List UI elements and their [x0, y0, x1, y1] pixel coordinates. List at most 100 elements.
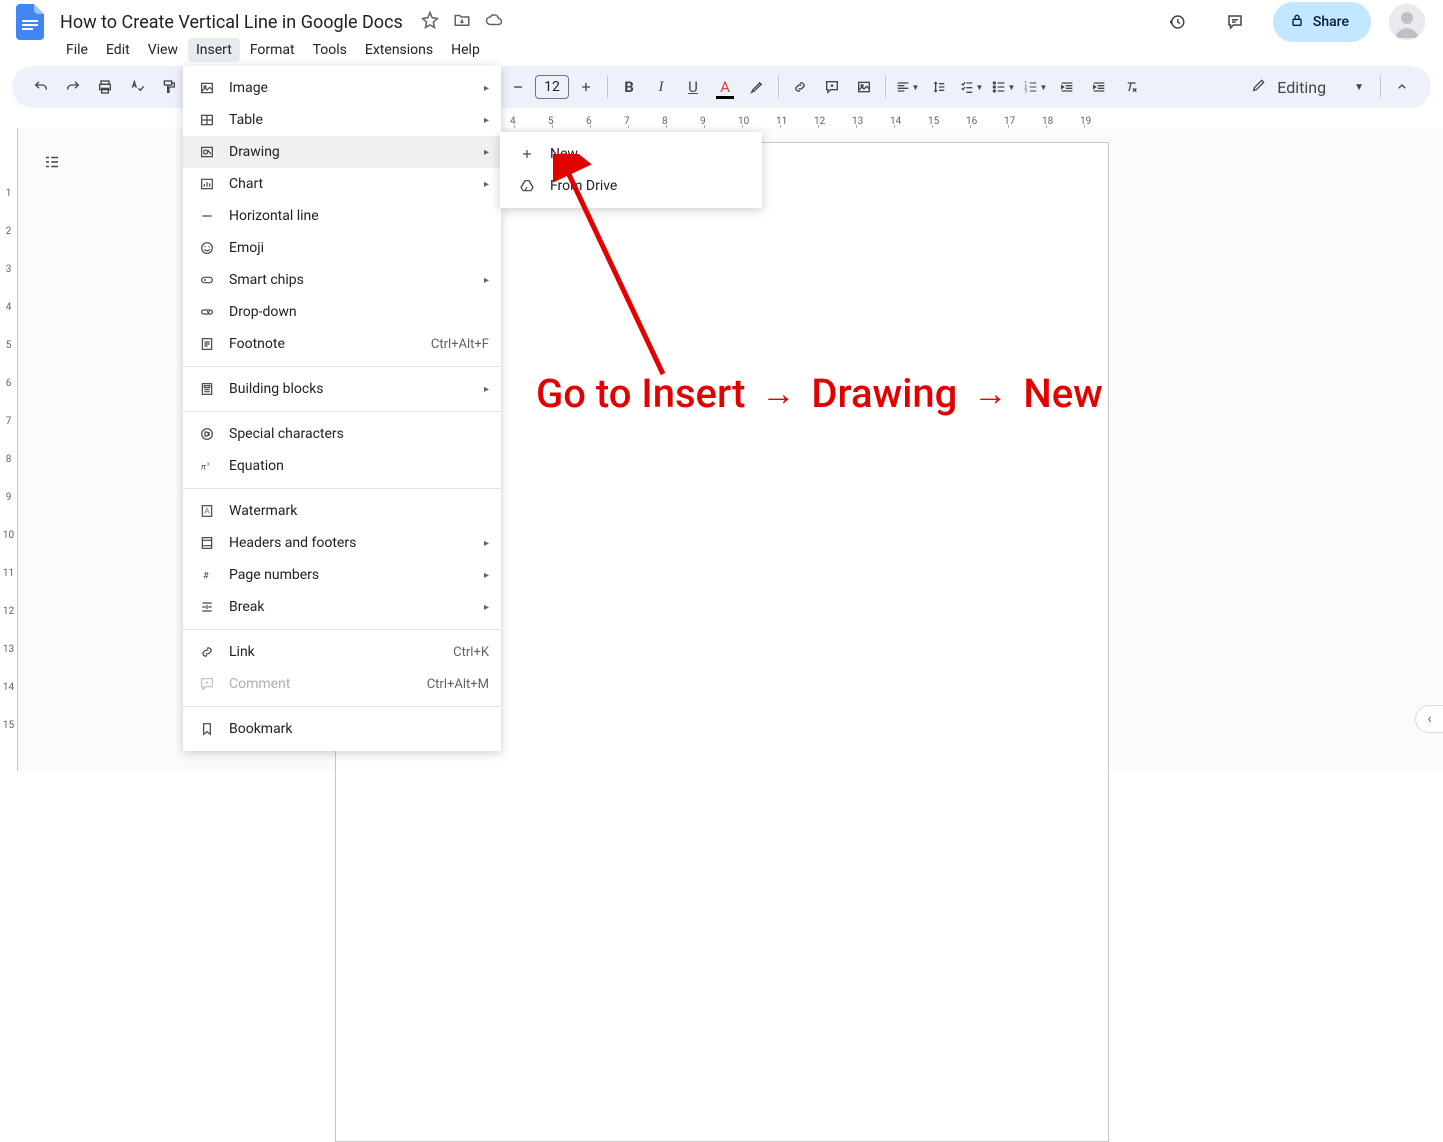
move-icon[interactable]	[453, 11, 471, 33]
font-size-input[interactable]	[535, 75, 569, 99]
insert-horizontal-line[interactable]: Horizontal line	[183, 200, 501, 232]
undo-button[interactable]	[26, 72, 56, 102]
menu-item-label: Emoji	[229, 240, 489, 256]
insert-special-characters[interactable]: Special characters	[183, 418, 501, 450]
align-button[interactable]: ▼	[892, 72, 922, 102]
menu-item-label: Link	[229, 644, 453, 660]
account-avatar[interactable]	[1389, 4, 1425, 40]
submenu-arrow-icon: ▸	[484, 275, 489, 286]
vruler-tick: 12	[0, 606, 17, 617]
insert-smart-chips[interactable]: Smart chips▸	[183, 264, 501, 296]
insert-footnote[interactable]: FootnoteCtrl+Alt+F	[183, 328, 501, 360]
menu-item-label: Watermark	[229, 503, 489, 519]
menu-separator	[183, 488, 501, 489]
vruler-tick: 8	[0, 454, 17, 465]
print-button[interactable]	[90, 72, 120, 102]
svg-text:x: x	[207, 461, 210, 467]
menu-view[interactable]: View	[140, 38, 186, 62]
menu-edit[interactable]: Edit	[98, 38, 138, 62]
cloud-status-icon[interactable]	[485, 11, 503, 33]
highlight-button[interactable]	[742, 72, 772, 102]
break-icon	[195, 599, 219, 615]
menu-insert[interactable]: Insert	[188, 38, 240, 62]
insert-page-numbers[interactable]: #Page numbers▸	[183, 559, 501, 591]
insert-bookmark[interactable]: Bookmark	[183, 713, 501, 745]
insert-link[interactable]: LinkCtrl+K	[183, 636, 501, 668]
text-color-button[interactable]: A	[710, 72, 740, 102]
insert-emoji[interactable]: Emoji	[183, 232, 501, 264]
submenu-arrow-icon: ▸	[484, 538, 489, 549]
star-icon[interactable]	[421, 11, 439, 33]
submenu-arrow-icon: ▸	[484, 179, 489, 190]
menu-item-label: Break	[229, 599, 484, 615]
insert-headers-and-footers[interactable]: Headers and footers▸	[183, 527, 501, 559]
menu-item-label: Comment	[229, 676, 427, 692]
drawing-new[interactable]: New	[500, 138, 762, 170]
vertical-ruler[interactable]: 123456789101112131415	[0, 128, 18, 771]
insert-comment-button[interactable]	[817, 72, 847, 102]
increase-font-size-button[interactable]	[571, 72, 601, 102]
document-title[interactable]: How to Create Vertical Line in Google Do…	[54, 10, 409, 35]
decrease-indent-button[interactable]	[1052, 72, 1082, 102]
submenu-arrow-icon: ▸	[484, 115, 489, 126]
submenu-arrow-icon: ▸	[484, 83, 489, 94]
vruler-tick: 13	[0, 644, 17, 655]
menubar: FileEditViewInsertFormatToolsExtensionsH…	[0, 38, 1443, 66]
collapse-toolbar-button[interactable]	[1387, 72, 1417, 102]
redo-button[interactable]	[58, 72, 88, 102]
italic-button[interactable]: I	[646, 72, 676, 102]
docs-logo-icon[interactable]	[10, 2, 50, 42]
show-outline-button[interactable]	[34, 144, 70, 180]
equation-icon: πx	[195, 458, 219, 474]
menu-format[interactable]: Format	[242, 38, 303, 62]
bulleted-list-button[interactable]: ▼	[988, 72, 1018, 102]
vruler-tick: 6	[0, 378, 17, 389]
submenu-item-label: New	[550, 146, 578, 162]
insert-image-button[interactable]	[849, 72, 879, 102]
svg-text:π: π	[201, 462, 207, 472]
decrease-font-size-button[interactable]	[503, 72, 533, 102]
menu-help[interactable]: Help	[443, 38, 488, 62]
insert-building-blocks[interactable]: Building blocks▸	[183, 373, 501, 405]
line-spacing-button[interactable]	[924, 72, 954, 102]
vruler-tick: 14	[0, 682, 17, 693]
spellcheck-button[interactable]	[122, 72, 152, 102]
insert-comment: CommentCtrl+Alt+M	[183, 668, 501, 700]
insert-drawing[interactable]: Drawing▸	[183, 136, 501, 168]
paint-format-button[interactable]	[154, 72, 184, 102]
insert-drop-down[interactable]: Drop-down	[183, 296, 501, 328]
insert-equation[interactable]: πxEquation	[183, 450, 501, 482]
insert-image[interactable]: Image▸	[183, 72, 501, 104]
comments-button[interactable]	[1215, 2, 1255, 42]
insert-watermark[interactable]: Watermark	[183, 495, 501, 527]
menu-file[interactable]: File	[58, 38, 96, 62]
dropdown-icon	[195, 304, 219, 320]
submenu-arrow-icon: ▸	[484, 384, 489, 395]
editing-mode-button[interactable]: Editing ▼	[1241, 72, 1374, 102]
drawing-from-drive[interactable]: From Drive	[500, 170, 762, 202]
bold-button[interactable]: B	[614, 72, 644, 102]
checklist-button[interactable]: ▼	[956, 72, 986, 102]
insert-break[interactable]: Break▸	[183, 591, 501, 623]
drawing-icon	[195, 144, 219, 160]
insert-link-button[interactable]	[785, 72, 815, 102]
titlebar: How to Create Vertical Line in Google Do…	[0, 0, 1443, 38]
underline-button[interactable]: U	[678, 72, 708, 102]
vruler-tick: 7	[0, 416, 17, 427]
menu-extensions[interactable]: Extensions	[357, 38, 441, 62]
plus-icon	[516, 146, 538, 162]
history-button[interactable]	[1157, 2, 1197, 42]
submenu-arrow-icon: ▸	[484, 570, 489, 581]
increase-indent-button[interactable]	[1084, 72, 1114, 102]
vruler-tick: 4	[0, 302, 17, 313]
side-panel-toggle[interactable]: ‹	[1415, 705, 1443, 733]
share-button[interactable]: Share	[1273, 2, 1371, 42]
clear-formatting-button[interactable]	[1116, 72, 1146, 102]
separator	[778, 76, 779, 98]
vruler-tick: 15	[0, 720, 17, 731]
insert-chart[interactable]: Chart▸	[183, 168, 501, 200]
numbered-list-button[interactable]: 123▼	[1020, 72, 1050, 102]
shortcut-label: Ctrl+Alt+M	[427, 677, 489, 692]
menu-tools[interactable]: Tools	[305, 38, 355, 62]
insert-table[interactable]: Table▸	[183, 104, 501, 136]
